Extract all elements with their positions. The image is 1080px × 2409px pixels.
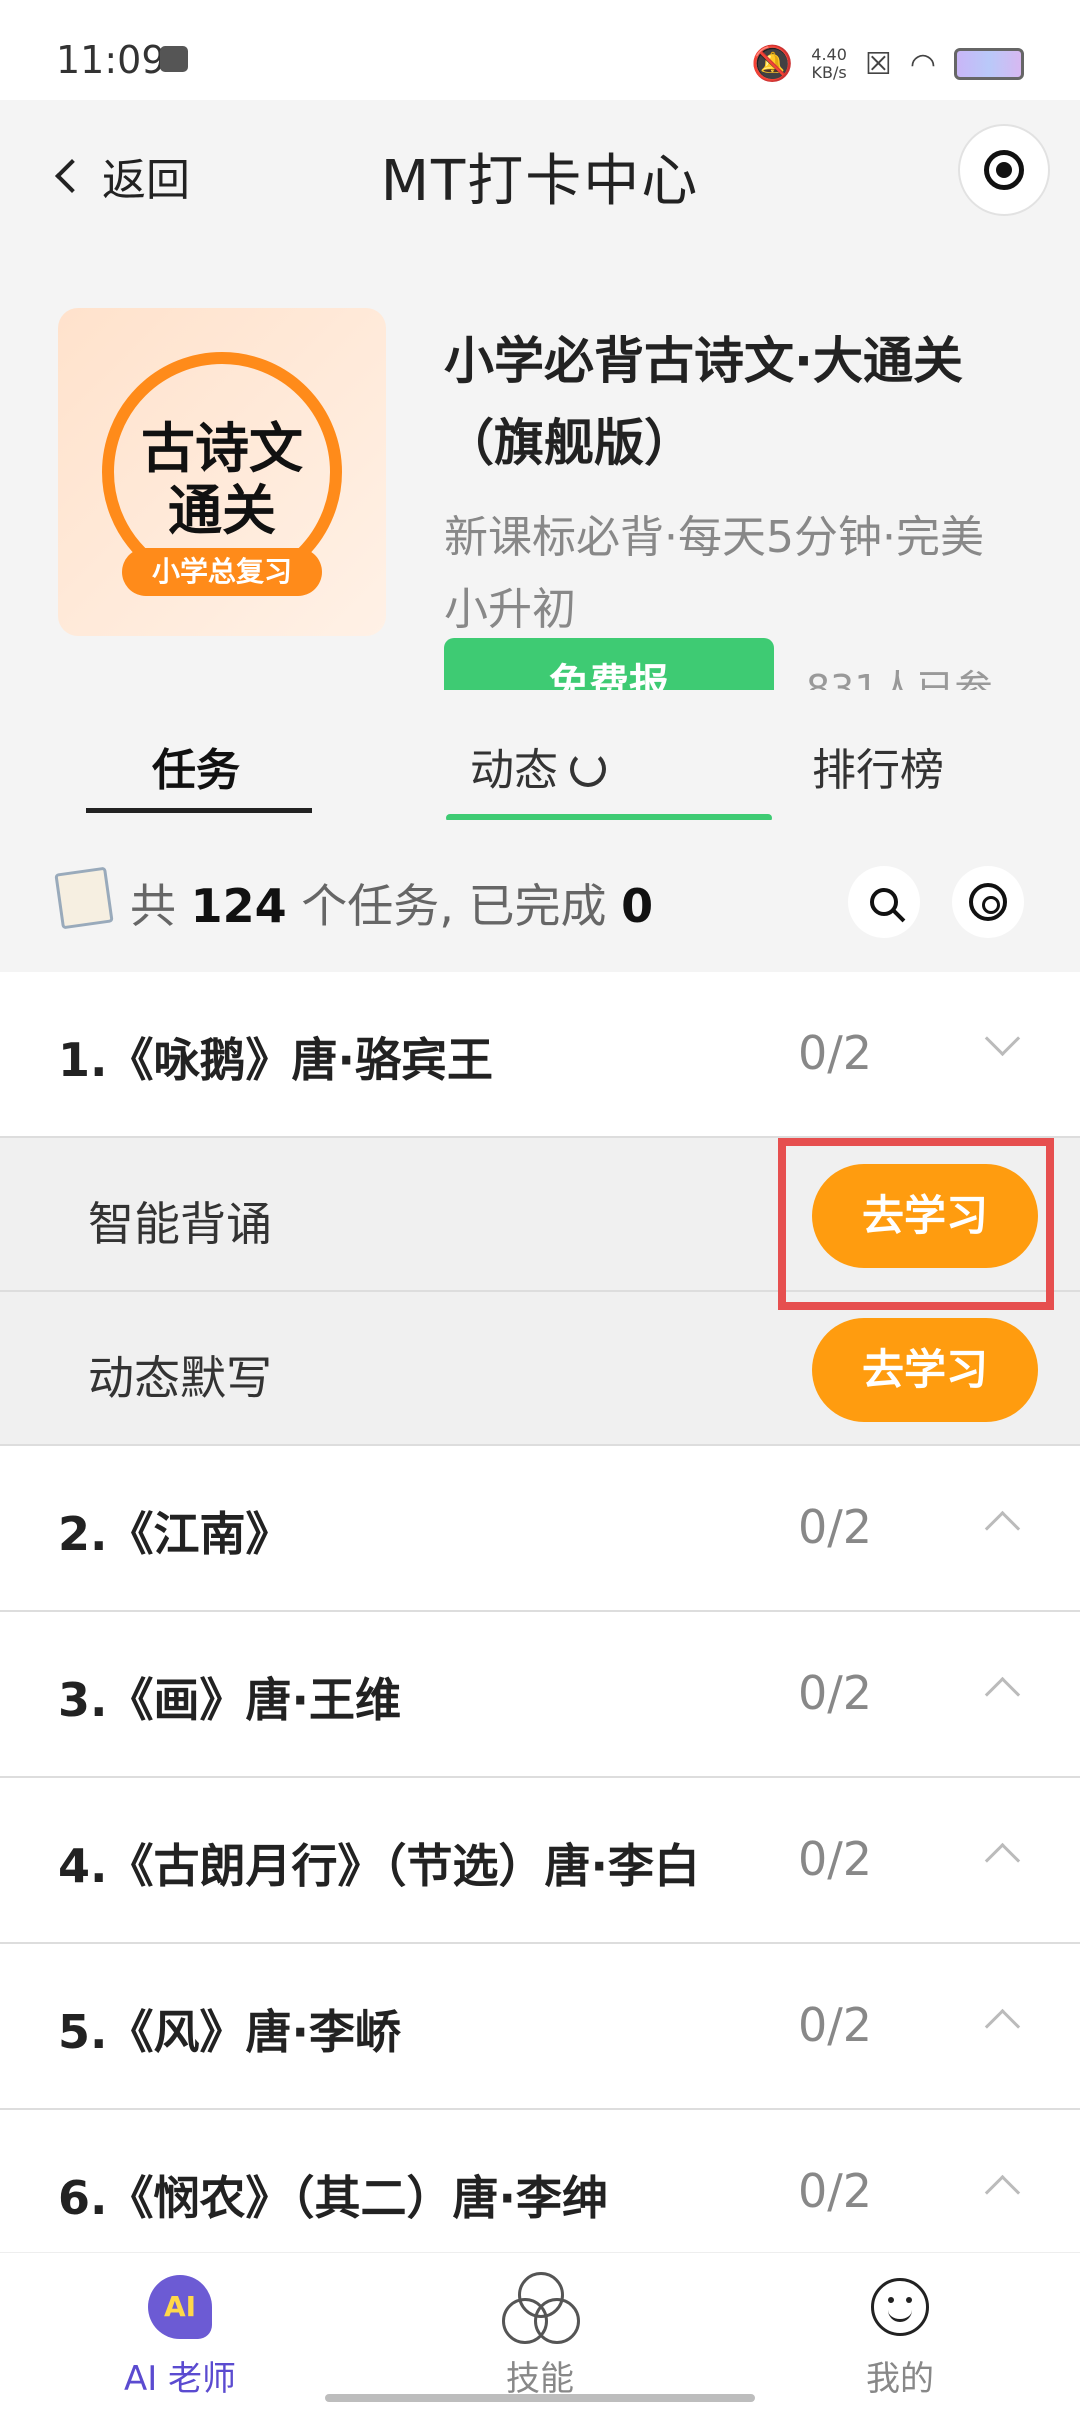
target-icon bbox=[984, 150, 1024, 190]
summary-completed: 0 bbox=[621, 879, 654, 933]
summary-prefix: 共 bbox=[130, 879, 176, 933]
memo-icon bbox=[54, 866, 114, 930]
page-title: MT打卡中心 bbox=[380, 149, 700, 214]
joined-count: 831人已参 bbox=[806, 667, 993, 690]
net-speed-unit: KB/s bbox=[811, 63, 847, 82]
task-progress: 0/2 bbox=[798, 2164, 873, 2218]
tab-task[interactable]: 任务 bbox=[152, 734, 240, 798]
task-row[interactable]: 1.《咏鹅》唐·骆宾王 0/2 bbox=[0, 972, 1080, 1138]
task-row[interactable]: 6.《悯农》（其二）唐·李绅 0/2 bbox=[0, 2110, 1080, 2252]
task-title: 4.《古朗月行》（节选）唐·李白 bbox=[58, 1839, 700, 1893]
subtask-label: 动态默写 bbox=[88, 1351, 272, 1405]
message-icon bbox=[160, 46, 188, 72]
task-title: 1.《咏鹅》唐·骆宾王 bbox=[58, 1033, 493, 1087]
header: 返回 MT打卡中心 bbox=[0, 100, 1080, 240]
task-row[interactable]: 3.《画》唐·王维 0/2 bbox=[0, 1612, 1080, 1778]
battery-icon bbox=[954, 48, 1024, 80]
cover-badge: 小学总复习 bbox=[122, 548, 322, 596]
summary-total: 124 bbox=[190, 879, 287, 933]
cover-text-line1: 古诗文 bbox=[141, 417, 303, 480]
course-subtitle: 新课标必背·每天5分钟·完美小升初 bbox=[444, 512, 984, 635]
net-speed-value: 4.40 bbox=[811, 45, 847, 64]
mute-icon: 🔕 bbox=[750, 44, 794, 84]
search-button[interactable] bbox=[848, 866, 920, 938]
tab-ranking[interactable]: 排行榜 bbox=[812, 734, 944, 798]
nav-mine[interactable]: 我的 bbox=[800, 2271, 1000, 2400]
task-title: 2.《江南》 bbox=[58, 1507, 292, 1561]
task-progress: 0/2 bbox=[798, 1500, 873, 1554]
home-indicator[interactable] bbox=[325, 2394, 755, 2402]
highlight-box bbox=[778, 1138, 1054, 1310]
status-bar: 11:09 🔕 4.40 KB/s ☒ ◠ bbox=[0, 0, 1080, 100]
tab-underline bbox=[86, 808, 312, 813]
close-box-icon: ☒ bbox=[864, 46, 892, 82]
bottom-nav: AI AI 老师 技能 我的 bbox=[0, 2252, 1080, 2409]
summary-mid: 个任务, 已完成 bbox=[301, 879, 607, 933]
chevron-up-icon bbox=[984, 2174, 1021, 2211]
course-card: 古诗文 通关 小学总复习 小学必背古诗文·大通关（旗舰版） 新课标必背·每天5分… bbox=[0, 240, 1080, 690]
chevron-down-icon bbox=[984, 1020, 1021, 1057]
chevron-up-icon bbox=[984, 1676, 1021, 1713]
nav-mine-label: 我的 bbox=[866, 2359, 934, 2399]
task-row[interactable]: 2.《江南》 0/2 bbox=[0, 1446, 1080, 1612]
subtask-row: 动态默写 去学习 bbox=[0, 1292, 1080, 1446]
smile-icon bbox=[871, 2278, 929, 2336]
cover-text: 古诗文 通关 bbox=[58, 418, 386, 542]
search-icon bbox=[870, 888, 898, 916]
study-button[interactable]: 去学习 bbox=[812, 1318, 1038, 1422]
nav-skills[interactable]: 技能 bbox=[440, 2271, 640, 2400]
nav-skills-label: 技能 bbox=[506, 2359, 574, 2399]
free-enroll-button[interactable]: 免费报 bbox=[444, 638, 774, 690]
net-speed: 4.40 KB/s bbox=[811, 46, 847, 82]
nav-ai-teacher-label: AI 老师 bbox=[123, 2359, 237, 2399]
chevron-up-icon bbox=[984, 1842, 1021, 1879]
tab-bar: 任务 动态 排行榜 bbox=[0, 690, 1080, 822]
tab-activity[interactable]: 动态 bbox=[470, 734, 606, 798]
settings-button[interactable] bbox=[952, 866, 1024, 938]
task-title: 3.《画》唐·王维 bbox=[58, 1673, 401, 1727]
gear-icon bbox=[969, 883, 1007, 921]
target-button[interactable] bbox=[958, 124, 1050, 216]
nav-ai-teacher[interactable]: AI AI 老师 bbox=[80, 2271, 280, 2400]
task-row[interactable]: 5.《风》唐·李峤 0/2 bbox=[0, 1944, 1080, 2110]
task-summary: 共 124 个任务, 已完成 0 bbox=[0, 820, 1080, 972]
summary-text: 共 124 个任务, 已完成 0 bbox=[130, 870, 653, 936]
task-title: 5.《风》唐·李峤 bbox=[58, 2005, 401, 2059]
status-time: 11:09 bbox=[56, 38, 166, 82]
chevron-up-icon bbox=[984, 2008, 1021, 2045]
course-cover: 古诗文 通关 小学总复习 bbox=[58, 308, 386, 636]
task-title: 6.《悯农》（其二）唐·李绅 bbox=[58, 2171, 608, 2225]
task-row[interactable]: 4.《古朗月行》（节选）唐·李白 0/2 bbox=[0, 1778, 1080, 1944]
chevron-up-icon bbox=[984, 1510, 1021, 1547]
cover-text-line2: 通关 bbox=[168, 479, 276, 542]
skills-icon bbox=[502, 2272, 580, 2344]
status-indicators: 🔕 4.40 KB/s ☒ ◠ bbox=[751, 44, 1024, 84]
task-progress: 0/2 bbox=[798, 1998, 873, 2052]
subtask-label: 智能背诵 bbox=[88, 1197, 272, 1251]
refresh-icon bbox=[570, 751, 606, 787]
task-progress: 0/2 bbox=[798, 1832, 873, 1886]
wifi-icon: ◠ bbox=[909, 46, 936, 82]
task-progress: 0/2 bbox=[798, 1666, 873, 1720]
ai-teacher-icon: AI bbox=[148, 2275, 212, 2339]
task-progress: 0/2 bbox=[798, 1026, 873, 1080]
tab-activity-label: 动态 bbox=[470, 745, 558, 796]
course-title: 小学必背古诗文·大通关（旗舰版） bbox=[444, 332, 963, 472]
